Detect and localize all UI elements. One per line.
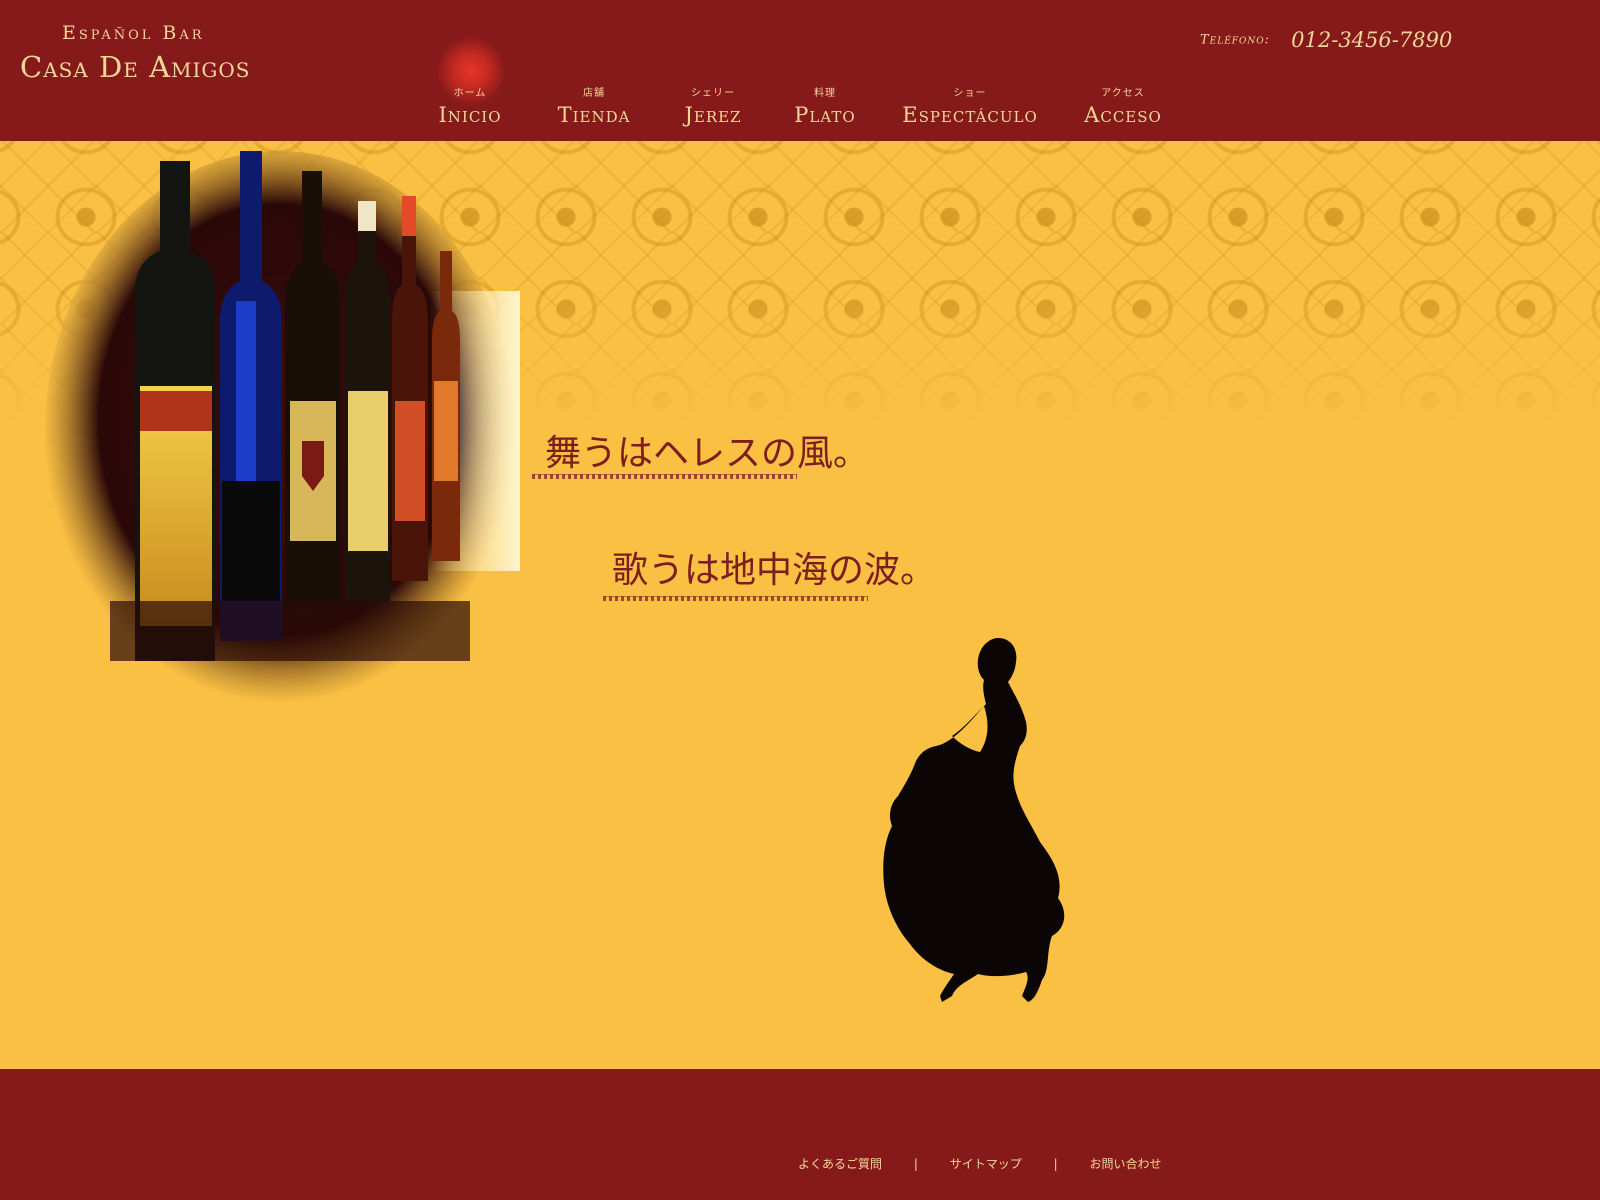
footer-separator: | bbox=[913, 1157, 918, 1171]
nav-sub-label: ショー bbox=[953, 88, 987, 99]
footer-link-sitemap[interactable]: サイトマップ bbox=[950, 1157, 1022, 1171]
phone-label: Teléfono: bbox=[1200, 32, 1271, 48]
footer-link-faq[interactable]: よくあるご質問 bbox=[798, 1157, 882, 1171]
tagline-song: 歌うは地中海の波。 bbox=[612, 550, 937, 591]
nav-sub-label: ホーム bbox=[453, 88, 487, 99]
footer-link-contact[interactable]: お問い合わせ bbox=[1089, 1157, 1161, 1171]
nav-label: Acceso bbox=[1084, 103, 1162, 127]
nav-item-jerez[interactable]: シェリー Jerez bbox=[684, 84, 741, 127]
nav-item-plato[interactable]: 料理 Plato bbox=[794, 84, 855, 127]
sherry-bottles-image bbox=[45, 151, 520, 711]
phone-number[interactable]: 012-3456-7890 bbox=[1291, 28, 1452, 52]
nav-label: Tienda bbox=[557, 103, 631, 127]
flamenco-dancer-silhouette bbox=[883, 638, 1065, 1002]
nav-sub-label: 店舗 bbox=[583, 88, 605, 99]
nav-sub-label: 料理 bbox=[814, 88, 836, 99]
nav-item-inicio[interactable]: ホーム Inicio bbox=[438, 84, 501, 127]
tagline-underline bbox=[603, 596, 868, 601]
nav-label: Espectáculo bbox=[902, 103, 1038, 127]
nav-item-tienda[interactable]: 店舗 Tienda bbox=[558, 84, 631, 127]
footer-separator: | bbox=[1053, 1157, 1058, 1171]
nav-label: Jerez bbox=[684, 103, 742, 127]
nav-label: Plato bbox=[794, 103, 856, 127]
phone-info: Teléfono: 012-3456-7890 bbox=[1200, 28, 1452, 52]
footer-links: よくあるご質問 | サイトマップ | お問い合わせ bbox=[798, 1155, 1161, 1172]
main-nav: ホーム Inicio 店舗 Tienda シェリー Jerez 料理 Plato… bbox=[0, 0, 1600, 141]
hero-section: 舞うはヘレスの風。 歌うは地中海の波。 bbox=[0, 141, 1600, 1069]
tagline-dance: 舞うはヘレスの風。 bbox=[545, 433, 870, 474]
nav-item-espectaculo[interactable]: ショー Espectáculo bbox=[902, 84, 1038, 127]
nav-sub-label: アクセス bbox=[1101, 88, 1145, 99]
nav-item-acceso[interactable]: アクセス Acceso bbox=[1084, 84, 1162, 127]
tagline-underline bbox=[532, 474, 797, 479]
nav-label: Inicio bbox=[438, 103, 502, 127]
site-footer: よくあるご質問 | サイトマップ | お問い合わせ bbox=[0, 1069, 1600, 1200]
nav-sub-label: シェリー bbox=[690, 88, 735, 99]
site-header: Español Bar Casa De Amigos ホーム Inicio 店舗… bbox=[0, 0, 1600, 141]
